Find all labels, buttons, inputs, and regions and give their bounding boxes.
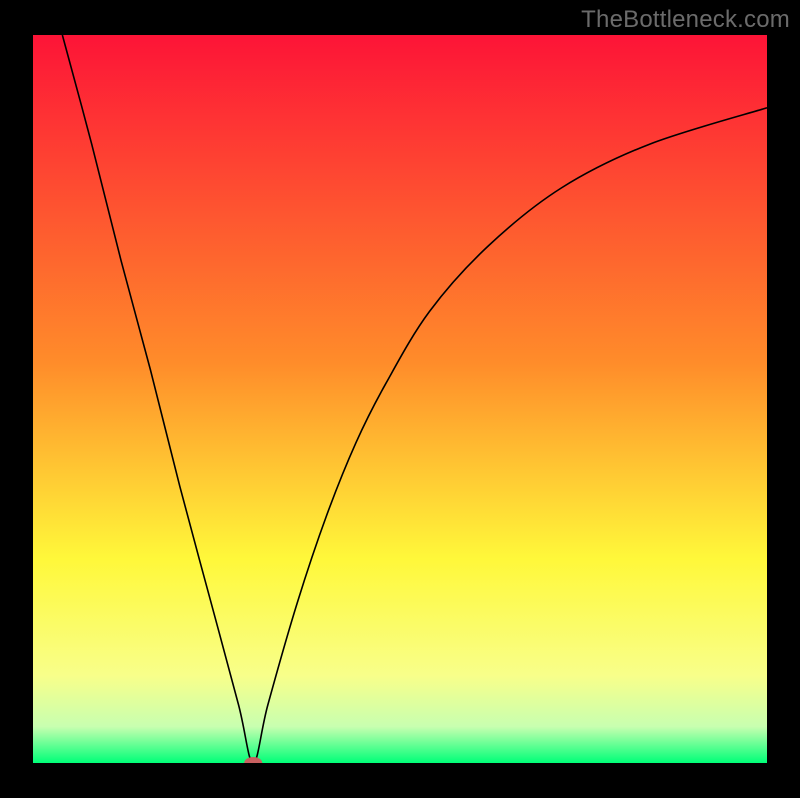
bottleneck-chart	[0, 0, 800, 800]
watermark-text: TheBottleneck.com	[581, 6, 790, 34]
gradient-background	[33, 35, 767, 763]
